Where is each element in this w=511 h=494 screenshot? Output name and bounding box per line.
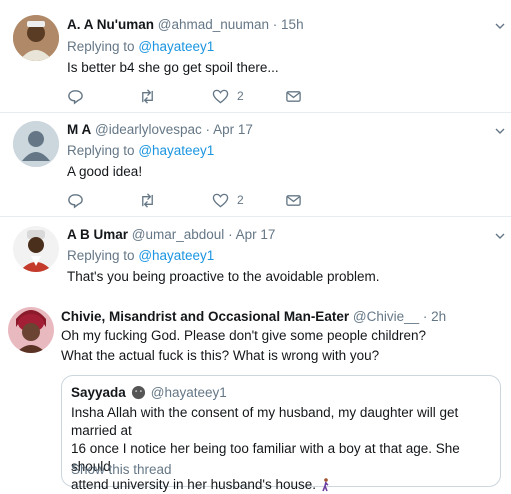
like-button[interactable]: 2	[212, 87, 244, 105]
direct-message-button[interactable]	[285, 191, 302, 209]
tweet[interactable]: A B Umar @umar_abdoul · Apr 17 Replying …	[0, 217, 511, 295]
mention-link[interactable]: @hayateey1	[138, 143, 214, 158]
tweet[interactable]: A. A Nu'uman @ahmad_nuuman · 15h Replyin…	[0, 0, 511, 113]
replying-to: Replying to @hayateey1	[67, 248, 214, 263]
display-name[interactable]: A B Umar	[67, 227, 128, 242]
reply-button[interactable]	[67, 191, 84, 209]
tweet-header: A. A Nu'uman @ahmad_nuuman · 15h	[67, 17, 304, 32]
retweet-icon	[142, 192, 153, 208]
avatar[interactable]	[13, 15, 59, 61]
chevron-down-icon[interactable]	[495, 21, 505, 31]
quoted-tweet[interactable]: Sayyada @hayateey1 Insha Allah with the …	[61, 375, 501, 492]
separator: ·	[205, 122, 211, 137]
emoji-icon	[131, 385, 145, 400]
username[interactable]: @Chivie__	[353, 309, 419, 324]
direct-message-button[interactable]	[285, 87, 302, 105]
retweet-button[interactable]	[139, 191, 156, 209]
tweet-text-line: What the actual fuck is this? What is wr…	[61, 348, 380, 363]
replying-to: Replying to @hayateey1	[67, 143, 214, 158]
mention-link[interactable]: @hayateey1	[138, 248, 214, 263]
tweet-header: M A @idearlylovespac · Apr 17	[67, 122, 253, 137]
replying-to: Replying to @hayateey1	[67, 39, 214, 54]
tweet-header: Chivie, Misandrist and Occasional Man-Ea…	[61, 309, 446, 324]
timestamp[interactable]: 2h	[431, 309, 446, 324]
username[interactable]: @idearlylovespac	[95, 122, 202, 137]
tweet-actions: 2	[67, 87, 307, 105]
tweet-header: A B Umar @umar_abdoul · Apr 17	[67, 227, 275, 242]
username[interactable]: @ahmad_nuuman	[158, 17, 269, 32]
reply-button[interactable]	[67, 87, 84, 105]
show-thread-link[interactable]: Show this thread	[71, 462, 172, 477]
heart-icon	[212, 89, 229, 103]
retweet-icon	[142, 88, 153, 104]
tweet[interactable]: M A @idearlylovespac · Apr 17 Replying t…	[0, 113, 511, 217]
replying-label: Replying to	[67, 143, 135, 158]
timestamp[interactable]: 15h	[281, 17, 304, 32]
chevron-down-icon[interactable]	[495, 126, 505, 136]
quoted-display-name: Sayyada	[71, 385, 126, 400]
quoted-text-line-wrapper: attend university in her husband's house…	[71, 476, 500, 494]
avatar[interactable]	[8, 307, 54, 353]
display-name[interactable]: M A	[67, 122, 91, 137]
separator: ·	[422, 309, 428, 324]
quoted-text-line: attend university in her husband's house…	[71, 477, 316, 492]
username[interactable]: @umar_abdoul	[132, 227, 225, 242]
like-count: 2	[237, 193, 244, 207]
tweet-text: Is better b4 she go get spoil there...	[67, 60, 279, 75]
chevron-down-icon[interactable]	[495, 231, 505, 241]
timestamp[interactable]: Apr 17	[236, 227, 276, 242]
envelope-icon	[286, 194, 301, 206]
retweet-button[interactable]	[139, 87, 156, 105]
tweet-text-line: Oh my fucking God. Please don't give som…	[61, 328, 427, 343]
tweet-text: A good idea!	[67, 164, 143, 179]
quoted-text-line: Insha Allah with the consent of my husba…	[71, 405, 459, 438]
tweet-actions: 2	[67, 191, 307, 209]
mention-link[interactable]: @hayateey1	[138, 39, 214, 54]
tweet-text: Oh my fucking God. Please don't give som…	[61, 326, 426, 366]
replying-label: Replying to	[67, 39, 135, 54]
reply-icon	[68, 193, 83, 209]
display-name[interactable]: A. A Nu'uman	[67, 17, 154, 32]
timestamp[interactable]: Apr 17	[213, 122, 253, 137]
quoted-username: @hayateey1	[150, 385, 227, 400]
like-count: 2	[237, 89, 244, 103]
separator: ·	[272, 17, 278, 32]
envelope-icon	[286, 90, 301, 102]
avatar[interactable]	[13, 121, 59, 167]
separator: ·	[228, 227, 233, 242]
tweet-text: That's you being proactive to the avoida…	[67, 269, 380, 284]
quoted-tweet-text: Insha Allah with the consent of my husba…	[71, 404, 500, 494]
heart-icon	[212, 193, 229, 207]
quoted-tweet-header: Sayyada @hayateey1	[71, 385, 227, 400]
like-button[interactable]: 2	[212, 191, 244, 209]
display-name[interactable]: Chivie, Misandrist and Occasional Man-Ea…	[61, 309, 349, 324]
replying-label: Replying to	[67, 248, 135, 263]
avatar[interactable]	[13, 226, 59, 272]
reply-icon	[68, 89, 83, 105]
